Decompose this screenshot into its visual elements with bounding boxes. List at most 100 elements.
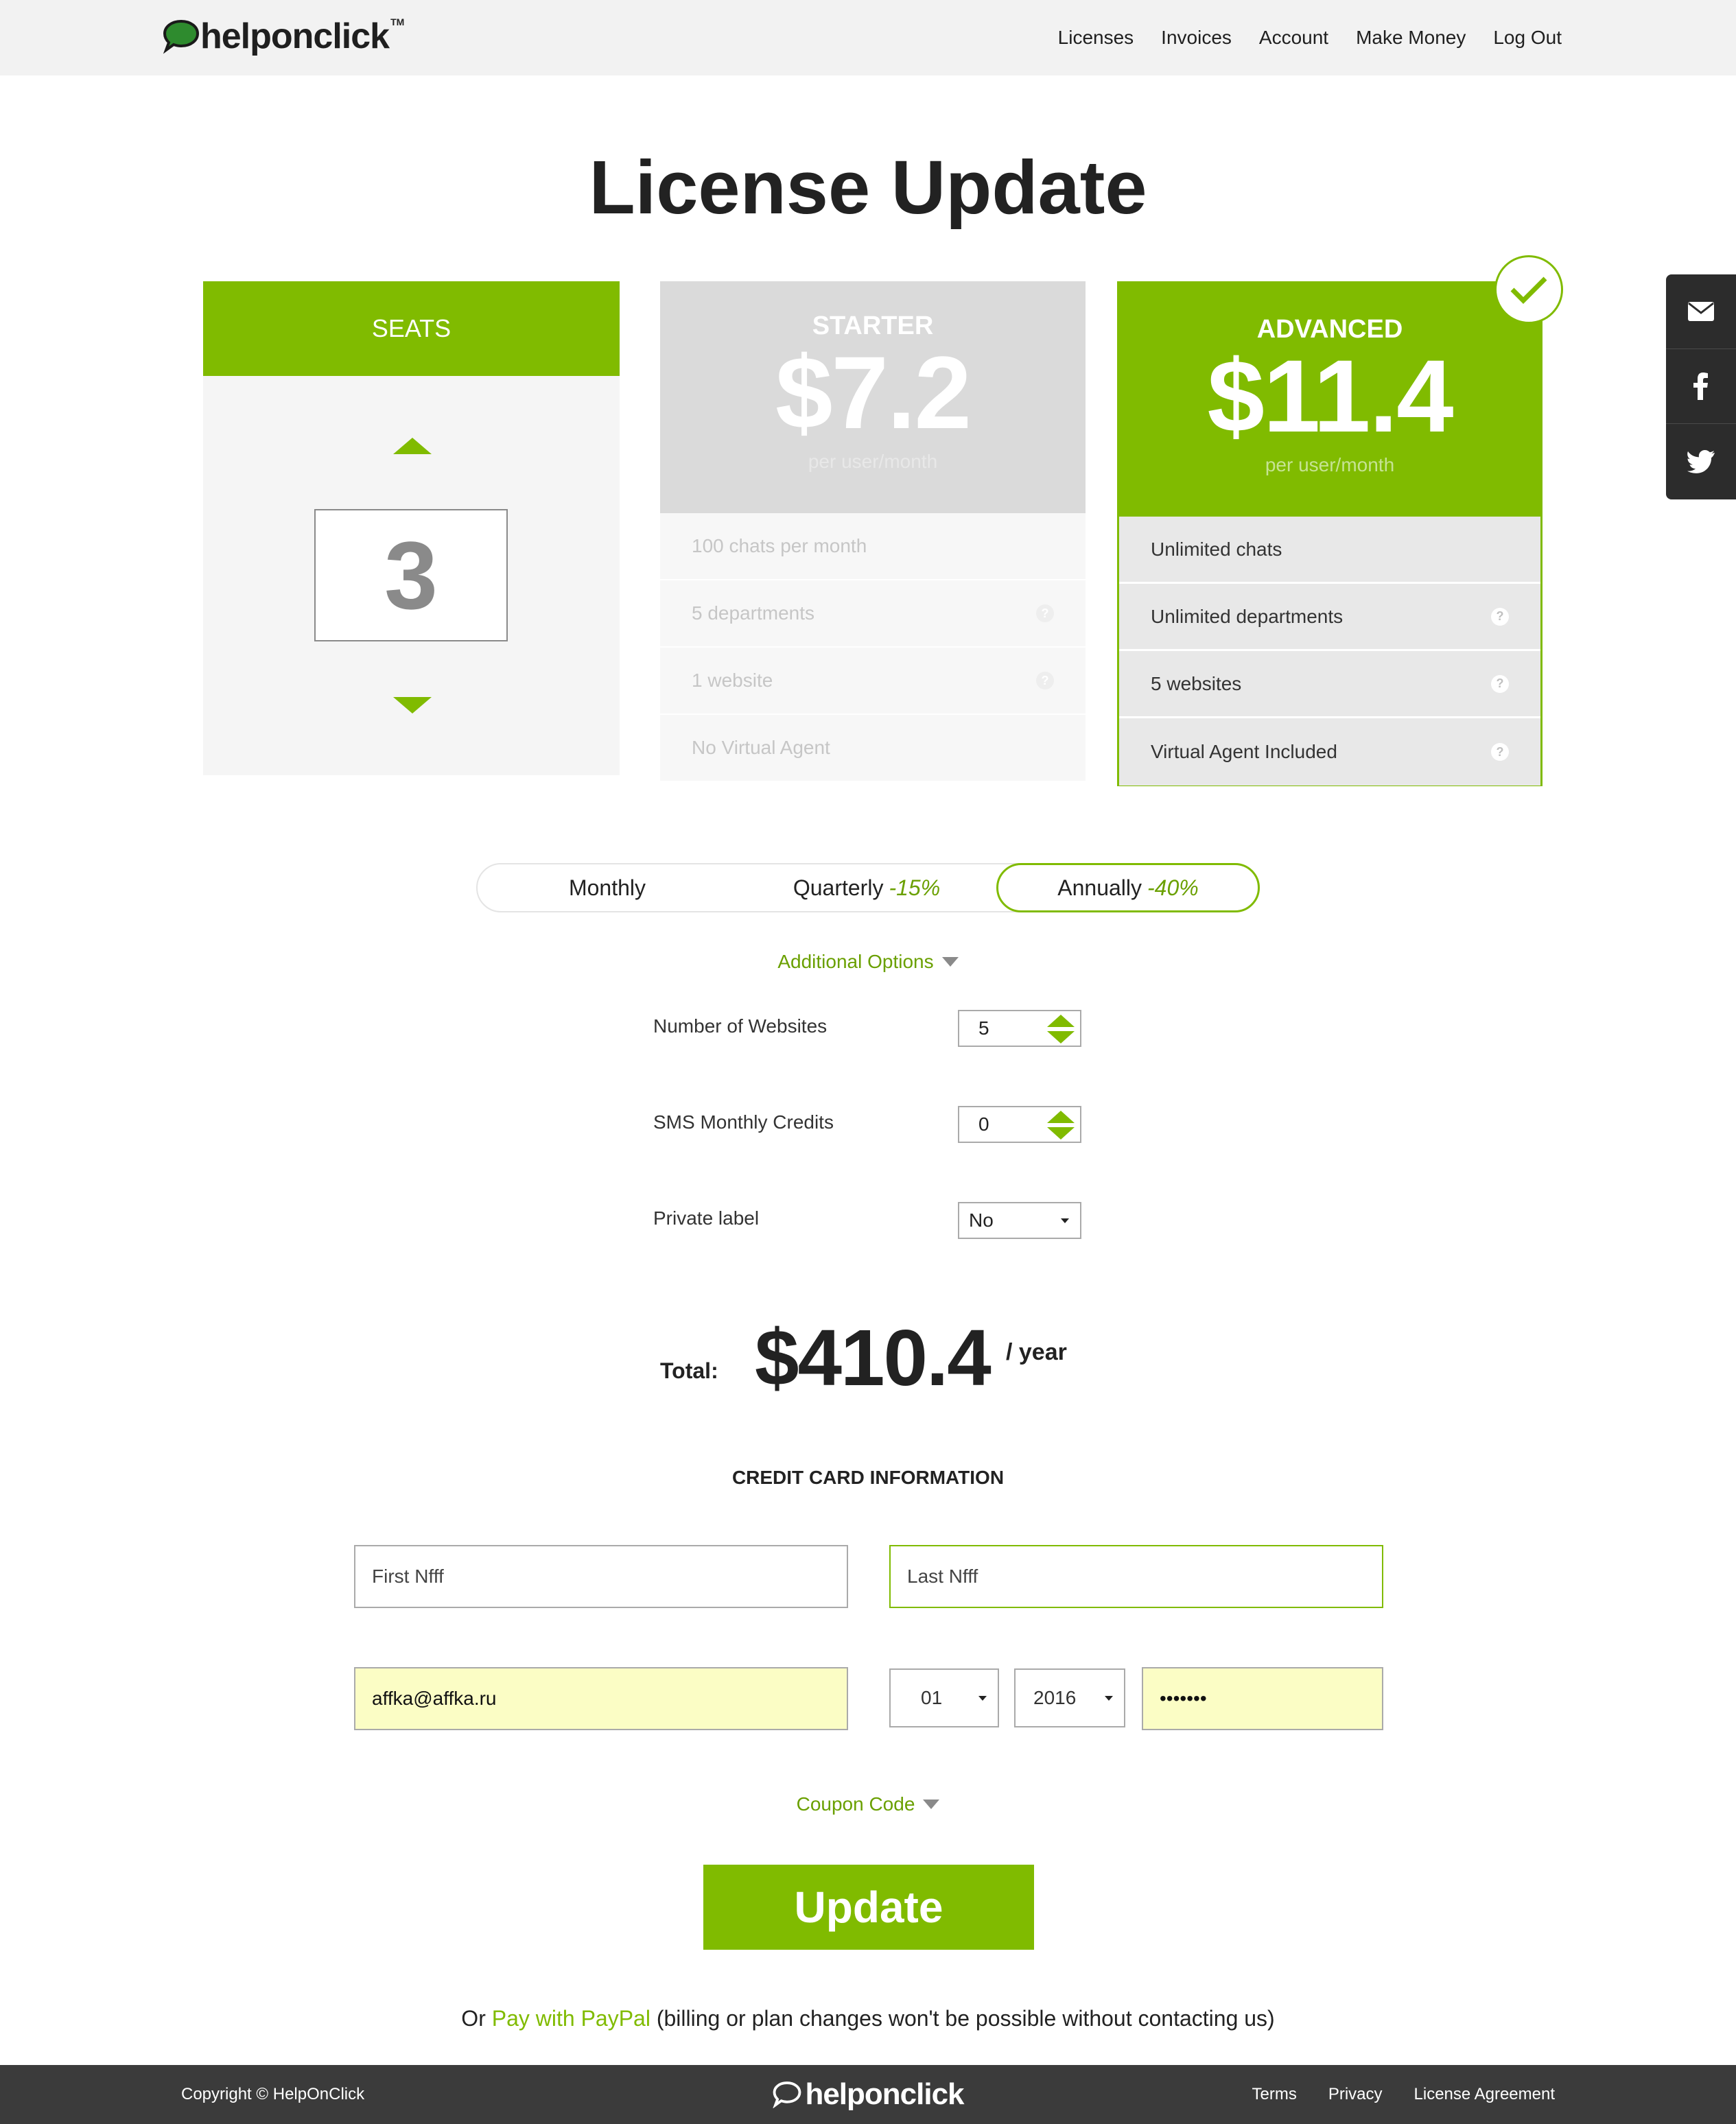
- share-bar: [1666, 274, 1736, 499]
- card-number-value: •••••••: [1160, 1688, 1207, 1709]
- plan-advanced-header: ADVANCED $11.4 per user/month: [1119, 283, 1540, 517]
- plan-starter-unit: per user/month: [808, 451, 938, 472]
- nav-invoices[interactable]: Invoices: [1161, 27, 1232, 49]
- seats-decrement-icon[interactable]: [393, 697, 432, 713]
- expiry-year-value: 2016: [1033, 1687, 1077, 1708]
- paypal-note: Or Pay with PayPal (billing or plan chan…: [0, 2006, 1736, 2031]
- feature-label: 5 departments: [692, 602, 814, 624]
- feature-label: Virtual Agent Included: [1151, 741, 1337, 762]
- additional-options-label: Additional Options: [777, 951, 934, 972]
- websites-label: Number of Websites: [653, 1015, 828, 1037]
- first-name-field[interactable]: First Nfff: [354, 1545, 848, 1608]
- last-name-value: Last Nfff: [907, 1566, 978, 1587]
- plan-starter-header: STARTER $7.2 per user/month: [660, 281, 1086, 513]
- plan-starter-card[interactable]: STARTER $7.2 per user/month 100 chats pe…: [660, 281, 1086, 782]
- feature-label: Unlimited departments: [1151, 605, 1344, 627]
- billing-quarterly-label: Quarterly: [793, 875, 884, 900]
- main-nav: Licenses Invoices Account Make Money Log…: [1058, 0, 1562, 75]
- sms-credits-stepper[interactable]: 0: [958, 1106, 1081, 1143]
- logo-trademark: TM: [390, 16, 405, 27]
- total-amount: $410.4: [755, 1313, 992, 1402]
- plan-advanced-unit: per user/month: [1265, 454, 1395, 475]
- plan-advanced-feature: Virtual Agent Included ?: [1119, 718, 1540, 786]
- billing-monthly-option[interactable]: Monthly: [478, 864, 737, 911]
- caret-down-icon: [1105, 1696, 1113, 1701]
- sms-credits-value: 0: [978, 1113, 989, 1135]
- help-icon[interactable]: ?: [1491, 743, 1509, 761]
- footer-link-terms[interactable]: Terms: [1252, 2085, 1297, 2104]
- plan-advanced-price: $11.4: [1207, 338, 1453, 453]
- share-twitter-button[interactable]: [1666, 424, 1736, 499]
- twitter-icon: [1687, 449, 1715, 473]
- footer-links: Terms Privacy License Agreement: [1252, 2065, 1556, 2124]
- expiry-year-select[interactable]: 2016: [1014, 1668, 1125, 1727]
- help-icon[interactable]: ?: [1036, 604, 1054, 622]
- private-label-select[interactable]: No: [958, 1202, 1081, 1239]
- copyright: Copyright © HelpOnClick: [181, 2085, 365, 2103]
- help-icon[interactable]: ?: [1036, 672, 1054, 689]
- footer-link-privacy[interactable]: Privacy: [1328, 2085, 1383, 2104]
- nav-make-money[interactable]: Make Money: [1356, 27, 1466, 49]
- billing-quarterly-discount: -15%: [889, 875, 941, 900]
- seats-count[interactable]: 3: [314, 509, 508, 641]
- coupon-code-toggle[interactable]: Coupon Code: [0, 1793, 1736, 1815]
- nav-account[interactable]: Account: [1259, 27, 1328, 49]
- facebook-icon: [1693, 373, 1708, 400]
- seats-label: SEATS: [203, 281, 620, 376]
- first-name-value: First Nfff: [372, 1566, 444, 1587]
- chevron-down-icon: [923, 1800, 940, 1809]
- logo[interactable]: helponclick TM: [162, 12, 404, 60]
- plan-starter-feature: 5 departments ?: [660, 580, 1086, 648]
- caret-down-icon: [1061, 1218, 1069, 1223]
- caret-down-icon: [978, 1696, 987, 1701]
- stepper-arrows-icon[interactable]: [1047, 1015, 1075, 1043]
- private-label-value: No: [969, 1210, 994, 1231]
- seats-increment-icon[interactable]: [393, 438, 432, 454]
- chevron-down-icon: [941, 957, 959, 967]
- feature-label: Unlimited chats: [1151, 538, 1282, 560]
- share-facebook-button[interactable]: [1666, 349, 1736, 424]
- help-icon[interactable]: ?: [1491, 607, 1509, 626]
- logo-text: helponclick: [200, 16, 390, 56]
- share-email-button[interactable]: [1666, 274, 1736, 349]
- footer: helponclick Copyright © HelpOnClick Term…: [0, 2065, 1736, 2124]
- billing-period-toggle: Monthly Quarterly -15% Annually -40%: [476, 863, 1260, 912]
- coupon-code-label: Coupon Code: [796, 1793, 915, 1815]
- page-title: License Update: [589, 145, 1147, 230]
- additional-options-toggle[interactable]: Additional Options: [0, 951, 1736, 973]
- nav-licenses[interactable]: Licenses: [1058, 27, 1134, 49]
- total-unit: / year: [1006, 1339, 1067, 1365]
- plan-starter-price: $7.2: [775, 335, 972, 450]
- websites-value: 5: [978, 1017, 989, 1039]
- paypal-prefix: Or: [461, 2006, 486, 2031]
- credit-card-title: CREDIT CARD INFORMATION: [731, 1467, 1005, 1488]
- plan-advanced-feature: 5 websites ?: [1119, 651, 1540, 718]
- billing-quarterly-option[interactable]: Quarterly -15%: [737, 864, 996, 911]
- email-field[interactable]: affka@affka.ru: [354, 1667, 848, 1730]
- stepper-arrows-icon[interactable]: [1047, 1111, 1075, 1140]
- paypal-link[interactable]: Pay with PayPal: [492, 2006, 650, 2031]
- billing-annually-discount: -40%: [1147, 875, 1199, 900]
- top-bar: helponclick TM Licenses Invoices Account…: [0, 0, 1736, 75]
- nav-log-out[interactable]: Log Out: [1493, 27, 1562, 49]
- selected-check-icon: [1494, 255, 1563, 324]
- websites-stepper[interactable]: 5: [958, 1010, 1081, 1047]
- plan-starter-feature: No Virtual Agent: [660, 715, 1086, 782]
- footer-link-license-agreement[interactable]: License Agreement: [1414, 2085, 1555, 2104]
- plan-advanced-card[interactable]: ADVANCED $11.4 per user/month Unlimited …: [1117, 281, 1543, 786]
- billing-annually-option[interactable]: Annually -40%: [996, 863, 1260, 912]
- email-value: affka@affka.ru: [372, 1688, 497, 1709]
- seats-card: SEATS 3: [203, 281, 620, 775]
- plan-starter-feature: 100 chats per month: [660, 513, 1086, 580]
- help-icon[interactable]: ?: [1491, 674, 1509, 693]
- last-name-field[interactable]: Last Nfff: [889, 1545, 1383, 1608]
- billing-monthly-label: Monthly: [568, 875, 646, 900]
- private-label-label: Private label: [653, 1207, 760, 1229]
- update-button[interactable]: Update: [703, 1865, 1034, 1950]
- expiry-month-select[interactable]: 01: [889, 1668, 999, 1727]
- feature-label: No Virtual Agent: [692, 737, 830, 758]
- card-number-field[interactable]: •••••••: [1142, 1667, 1383, 1730]
- feature-label: 5 websites: [1151, 672, 1242, 694]
- feature-label: 100 chats per month: [692, 535, 867, 556]
- plan-advanced-feature: Unlimited chats: [1119, 517, 1540, 584]
